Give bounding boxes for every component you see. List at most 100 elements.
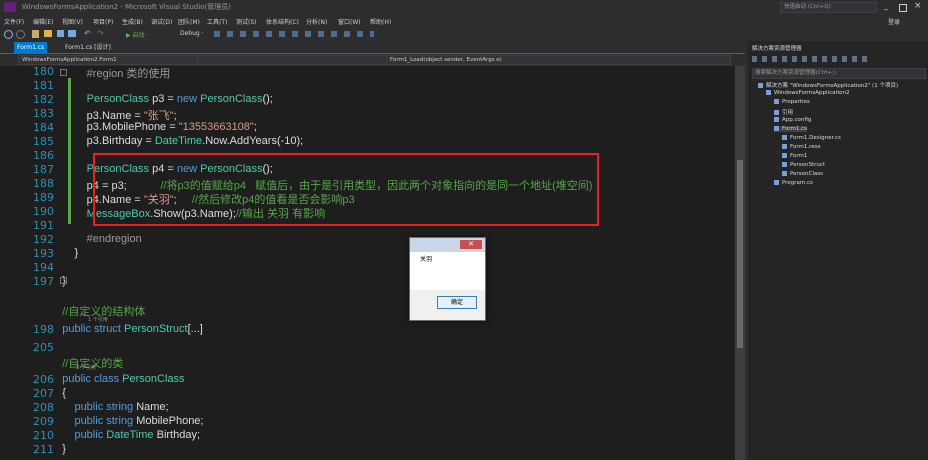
menu-item[interactable]: 编辑(E)	[33, 17, 53, 26]
window-title: WindowsFormsApplication2 - Microsoft Vis…	[22, 3, 232, 11]
tree-item[interactable]: PersonClass	[782, 171, 823, 177]
collapse-toggle-icon[interactable]	[60, 277, 67, 284]
redo-icon[interactable]: ↷	[97, 29, 104, 38]
code-line[interactable]: p3.Birthday = DateTime.Now.AddYears(-10)…	[50, 135, 304, 147]
config-dropdown[interactable]: Debug ·	[180, 30, 204, 37]
menu-item[interactable]: 窗口(W)	[338, 17, 361, 26]
tree-item[interactable]: 引用	[774, 108, 793, 116]
code-line[interactable]: #region 类的使用	[50, 66, 171, 81]
start-button[interactable]: ▶ 启动 ·	[126, 30, 148, 39]
code-token: MobilePhone;	[133, 415, 204, 427]
code-line[interactable]: public DateTime Birthday;	[50, 429, 200, 441]
tree-item[interactable]: PersonStruct	[782, 162, 825, 168]
code-token: public	[50, 429, 104, 441]
tab-form1-cs[interactable]: Form1.cs	[14, 42, 48, 53]
menu-item[interactable]: 调试(D)	[151, 17, 172, 26]
code-token: "13553663108"	[178, 121, 254, 133]
resx-icon	[782, 144, 787, 149]
menu-item[interactable]: 分析(N)	[306, 17, 327, 26]
document-tabs: Form1.cs Form1.cs [设计]	[0, 41, 745, 55]
tree-item[interactable]: Form1.cs	[774, 126, 807, 132]
back-icon[interactable]	[4, 30, 13, 39]
solution-search-input[interactable]: 搜索解决方案资源管理器(Ctrl+;)	[752, 68, 926, 79]
tree-item[interactable]: Form1.resx	[782, 144, 821, 150]
code-line[interactable]: }	[50, 247, 78, 259]
solution-explorer: 解决方案资源管理器 搜索解决方案资源管理器(Ctrl+;) 解决方案 "Wind…	[748, 41, 928, 460]
code-line[interactable]: public struct PersonStruct[...]	[50, 323, 203, 335]
new-item-icon[interactable]	[32, 30, 39, 38]
tree-item[interactable]: Form1.Designer.cs	[782, 135, 841, 141]
save-all-icon[interactable]	[68, 30, 76, 37]
code-editor[interactable]: 180 181 182 183 184 185 186 187 188 189 190 191 192 1…	[0, 66, 745, 460]
wrench-icon	[774, 99, 779, 104]
code-line[interactable]: public string Name;	[50, 401, 169, 413]
tree-item[interactable]: Form1	[782, 153, 807, 159]
login-link[interactable]: 登录	[888, 17, 900, 26]
menu-item[interactable]: 测试(S)	[236, 17, 257, 26]
type-dropdown[interactable]	[197, 55, 387, 65]
tree-item[interactable]: Program.cs	[774, 180, 813, 186]
code-token: [...]	[187, 323, 203, 335]
forward-icon[interactable]	[16, 30, 25, 39]
code-token: public struct	[50, 323, 121, 335]
solution-toolbar	[752, 56, 872, 62]
solution-tree: 解决方案 "WindowsFormsApplication2" (1 个项目) W…	[748, 81, 928, 201]
menu-item[interactable]: 帮助(H)	[370, 17, 391, 26]
menu-item[interactable]: 生成(B)	[122, 17, 143, 26]
class-icon	[782, 171, 787, 176]
code-token: Name;	[133, 401, 169, 413]
close-button[interactable]: ×	[914, 1, 922, 11]
tab-form1-design[interactable]: Form1.cs [设计]	[62, 42, 114, 53]
tree-item[interactable]: Properties	[774, 99, 810, 105]
solution-icon	[758, 83, 763, 88]
code-token: PersonClass	[122, 373, 185, 385]
menu-item[interactable]: 项目(P)	[93, 17, 113, 26]
code-token: DateTime	[154, 135, 203, 147]
maximize-button[interactable]	[899, 4, 907, 12]
code-line[interactable]: #endregion	[50, 233, 142, 245]
code-token: p3 =	[149, 93, 177, 105]
collapse-toggle-icon[interactable]	[60, 69, 67, 76]
reference-count[interactable]: 1 个引用	[88, 316, 108, 323]
csharp-file-icon	[782, 135, 787, 140]
tree-item[interactable]: 解决方案 "WindowsFormsApplication2" (1 个项目)	[758, 81, 898, 89]
code-line[interactable]: {	[50, 387, 66, 399]
ok-button[interactable]: 确定	[437, 296, 477, 309]
code-token: new	[176, 93, 198, 105]
save-icon[interactable]	[57, 30, 64, 37]
code-token: PersonClass	[200, 93, 263, 105]
scrollbar-thumb[interactable]	[737, 160, 743, 348]
tree-item-label: PersonStruct	[790, 162, 826, 168]
code-line[interactable]: }	[50, 443, 66, 455]
references-icon	[774, 110, 779, 115]
menu-bar: 文件(F) 编辑(E) 视图(V) 项目(P) 生成(B) 调试(D) 团队(M) 工具(T)…	[0, 14, 928, 27]
menu-item[interactable]: 文件(F)	[4, 17, 24, 26]
code-line[interactable]: PersonClass p3 = new PersonClass();	[50, 93, 273, 105]
title-bar: WindowsFormsApplication2 - Microsoft Vis…	[0, 0, 928, 14]
toolbar-icons	[214, 31, 374, 37]
tree-item-label: WindowsFormsApplication2	[774, 90, 850, 96]
code-line[interactable]: public class PersonClass	[50, 373, 185, 385]
open-icon[interactable]	[44, 30, 52, 37]
menu-item[interactable]: 体系结构(C)	[266, 17, 299, 26]
tree-item-label: App.config	[782, 117, 812, 123]
tree-item-label: Program.cs	[782, 180, 813, 186]
tree-item-label: 解决方案 "WindowsFormsApplication2" (1 个项目)	[766, 83, 899, 89]
code-line[interactable]: public string MobilePhone;	[50, 415, 203, 427]
dialog-close-button[interactable]: ✕	[460, 240, 482, 249]
reference-count[interactable]: 3 个引用	[76, 364, 96, 371]
form-icon	[774, 126, 779, 131]
code-token: ;	[253, 121, 257, 133]
menu-item[interactable]: 工具(T)	[207, 17, 227, 26]
quick-launch-input[interactable]: 快速启动 (Ctrl+Q)	[780, 2, 877, 13]
tree-item[interactable]: WindowsFormsApplication2	[766, 90, 850, 96]
menu-item[interactable]: 视图(V)	[62, 17, 83, 26]
tree-item[interactable]: App.config	[774, 117, 811, 123]
code-line[interactable]: p3.MobilePhone = "13553663108";	[50, 121, 257, 133]
undo-icon[interactable]: ↶	[84, 29, 91, 38]
project-dropdown[interactable]: WindowsFormsApplication2.Form1	[18, 55, 198, 65]
menu-item[interactable]: 团队(M)	[178, 17, 200, 26]
editor-scrollbar[interactable]	[735, 66, 745, 460]
member-dropdown[interactable]: Form1_Load(object sender, EventArgs e)	[386, 55, 731, 65]
minimize-button[interactable]: _	[884, 2, 892, 11]
